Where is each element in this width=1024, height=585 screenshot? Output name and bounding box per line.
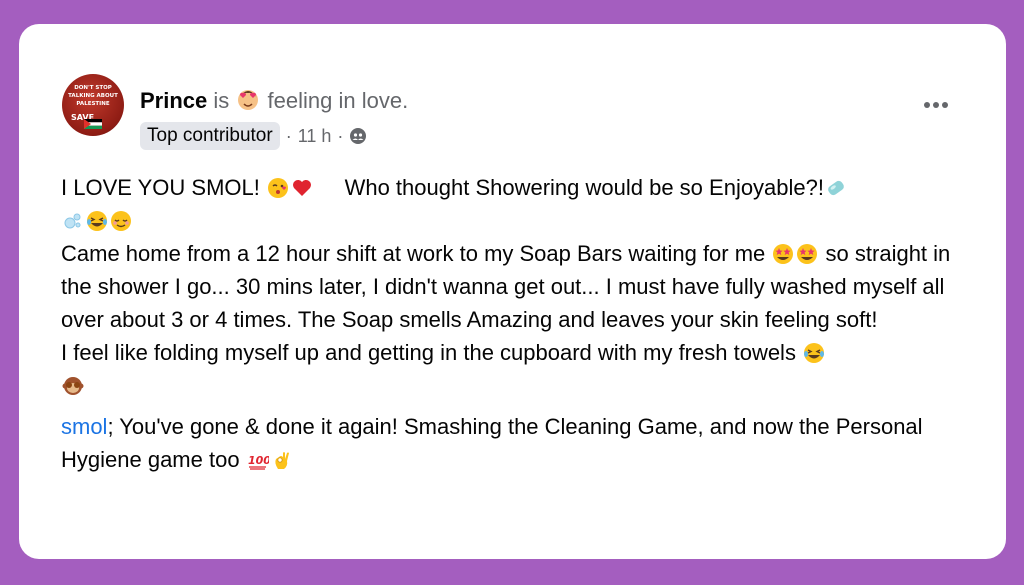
ok-hand-emoji-icon <box>275 452 289 469</box>
top-contributor-badge[interactable]: Top contributor <box>140 122 280 150</box>
feeling-text: feeling in love. <box>267 88 409 113</box>
separator: · <box>337 125 344 146</box>
avatar-text-line: TALKING ABOUT <box>68 93 118 99</box>
svg-text:100: 100 <box>248 454 269 467</box>
see-no-evil-monkey-icon <box>62 377 84 395</box>
heart-eyes-emoji-icon <box>238 90 259 110</box>
palestine-flag-icon <box>84 119 102 129</box>
soap-emoji-icon <box>828 180 844 196</box>
star-struck-emoji-icon <box>797 244 818 264</box>
post-card: DON'T STOP TALKING ABOUT PALESTINE SAVE … <box>19 24 1006 559</box>
mention-link[interactable]: smol <box>61 414 107 439</box>
avatar-text: DON'T STOP TALKING ABOUT PALESTINE SAVE <box>68 84 118 122</box>
avatar-text-line: PALESTINE <box>76 101 110 107</box>
more-options-icon[interactable] <box>920 90 952 120</box>
avatar-text-line: DON'T STOP <box>74 85 112 91</box>
post-text: ; You've gone & done it again! Smashing … <box>61 414 923 472</box>
post-paragraph: I LOVE YOU SMOL! Who thought Showering w… <box>61 171 976 237</box>
post-text: Who thought Showering would be so Enjoya… <box>344 175 825 200</box>
post-paragraph: I feel like folding myself up and gettin… <box>61 336 976 402</box>
bubbles-emoji-icon <box>64 213 81 229</box>
friends-icon[interactable] <box>349 127 367 145</box>
timestamp[interactable]: 11 h <box>298 126 332 147</box>
post-body: I LOVE YOU SMOL! Who thought Showering w… <box>61 171 976 476</box>
avatar[interactable]: DON'T STOP TALKING ABOUT PALESTINE SAVE <box>62 74 124 136</box>
laughing-tears-emoji-icon <box>87 211 107 231</box>
post-text: I feel like folding myself up and gettin… <box>61 340 796 365</box>
separator: · <box>285 125 292 146</box>
laughing-tears-emoji-icon <box>804 343 825 363</box>
post-header: Prince is feeling in love. <box>140 86 408 114</box>
hundred-points-icon: 100 <box>248 454 269 470</box>
post-text: Came home from a 12 hour shift at work t… <box>61 241 766 266</box>
post-text: I LOVE YOU SMOL! <box>61 175 260 200</box>
post-paragraph: Came home from a 12 hour shift at work t… <box>61 237 976 336</box>
is-text: is <box>213 88 230 113</box>
post-meta: Top contributor · 11 h · <box>140 122 367 150</box>
kiss-emoji-icon <box>268 178 289 198</box>
red-heart-icon <box>293 180 312 196</box>
author-name[interactable]: Prince <box>140 88 207 113</box>
relieved-emoji-icon <box>111 211 131 231</box>
star-struck-emoji-icon <box>773 244 794 264</box>
post-paragraph: smol; You've gone & done it again! Smash… <box>61 410 976 476</box>
